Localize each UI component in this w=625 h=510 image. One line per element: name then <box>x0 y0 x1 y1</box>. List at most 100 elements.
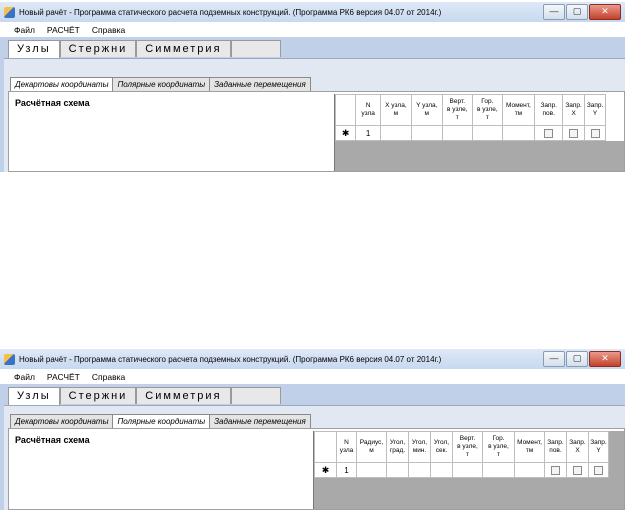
tab-displacements[interactable]: Заданные перемещения <box>209 414 311 428</box>
tab-cartesian[interactable]: Декартовы координаты <box>10 77 114 91</box>
node-number-cell[interactable]: 1 <box>355 125 381 141</box>
column-header[interactable]: Nузла <box>336 431 357 463</box>
nodes-grid: Nузла Радиус, м Угол, град. Угол, мин. Угол… <box>313 431 624 509</box>
nodes-panel: Декартовы координаты Полярные координаты… <box>4 58 625 172</box>
column-header[interactable]: Угол, сек. <box>430 431 453 463</box>
menu-file[interactable]: Файл <box>0 372 41 382</box>
checkbox-icon <box>544 128 554 138</box>
grid-cell[interactable] <box>514 462 545 478</box>
app-icon <box>4 353 15 365</box>
new-row-marker-icon: ✱ <box>334 125 357 141</box>
sub-tab-strip: Декартовы координаты Полярные координаты… <box>10 414 311 428</box>
column-header[interactable]: Момент, тм <box>514 431 545 463</box>
column-header[interactable]: Верт. в узле, т <box>452 431 483 463</box>
grid-cell[interactable] <box>386 462 409 478</box>
minimize-button[interactable]: — <box>543 351 565 367</box>
tab-displacements[interactable]: Заданные перемещения <box>209 77 311 91</box>
x-lock-checkbox[interactable] <box>562 125 585 141</box>
x-lock-checkbox[interactable] <box>566 462 589 478</box>
grid-cell[interactable] <box>379 125 412 141</box>
column-header[interactable]: Гор. в узле, т <box>482 431 515 463</box>
grid-cell[interactable] <box>430 462 453 478</box>
column-header[interactable]: Запр. пов. <box>544 431 567 463</box>
tab-polar[interactable]: Полярные координаты <box>112 414 211 428</box>
tab-rods[interactable]: Стержни <box>59 40 137 57</box>
tab-blank <box>230 387 281 404</box>
menu-help[interactable]: Справка <box>86 25 131 35</box>
menu-calculation[interactable]: РАСЧЁТ <box>41 25 86 35</box>
row-header-corner <box>334 94 357 126</box>
column-header[interactable]: Угол, град. <box>386 431 409 463</box>
checkbox-icon <box>590 128 600 138</box>
close-button[interactable]: ✕ <box>589 351 621 367</box>
main-tab-strip: Узлы Стержни Симметрия <box>8 387 281 405</box>
row-header-corner <box>314 431 337 463</box>
column-header[interactable]: Верт. в узле, т <box>441 94 473 126</box>
tab-rods[interactable]: Стержни <box>59 387 137 404</box>
main-area: Узлы Стержни Симметрия Декартовы координ… <box>0 384 625 510</box>
column-header[interactable]: X узла, м <box>379 94 412 126</box>
close-button[interactable]: ✕ <box>589 4 621 20</box>
column-header[interactable]: Запр. Y <box>583 94 607 126</box>
grid-cell[interactable] <box>501 125 535 141</box>
maximize-button[interactable]: ▢ <box>566 351 588 367</box>
rotation-lock-checkbox[interactable] <box>533 125 564 141</box>
rotation-lock-checkbox[interactable] <box>544 462 567 478</box>
scheme-label: Расчётная схема <box>15 435 90 445</box>
tab-polar[interactable]: Полярные координаты <box>112 77 211 91</box>
column-header[interactable]: Гор. в узле, т <box>471 94 503 126</box>
title-bar: Новый рачёт - Программа статического рас… <box>0 2 625 22</box>
menu-help[interactable]: Справка <box>86 372 131 382</box>
node-number-cell[interactable]: 1 <box>336 462 357 478</box>
main-area: Узлы Стержни Симметрия Декартовы координ… <box>0 37 625 172</box>
window-title: Новый рачёт - Программа статического рас… <box>19 7 442 17</box>
tab-content: Расчётная схема Nузла Радиус, м Угол, гра <box>8 428 625 510</box>
column-header[interactable]: Nузла <box>355 94 381 126</box>
grid-cell[interactable] <box>441 125 473 141</box>
grid-cell <box>606 126 624 141</box>
grid-cell[interactable] <box>471 125 503 141</box>
column-header[interactable]: Момент, тм <box>501 94 535 126</box>
grid-cell[interactable] <box>410 125 443 141</box>
column-header[interactable]: Запр. пов. <box>533 94 564 126</box>
tab-symmetry[interactable]: Симметрия <box>136 387 231 404</box>
tab-nodes[interactable]: Узлы <box>8 387 60 405</box>
tab-symmetry[interactable]: Симметрия <box>136 40 231 57</box>
column-header[interactable]: Запр. X <box>566 431 589 463</box>
tab-nodes[interactable]: Узлы <box>8 40 60 58</box>
menu-file[interactable]: Файл <box>0 25 41 35</box>
grid-cell[interactable] <box>356 462 387 478</box>
nodes-panel: Декартовы координаты Полярные координаты… <box>4 405 625 510</box>
column-header[interactable]: Радиус, м <box>356 431 387 463</box>
checkbox-icon <box>551 465 560 475</box>
grid-cell[interactable] <box>482 462 515 478</box>
tab-cartesian[interactable]: Декартовы координаты <box>10 414 114 428</box>
tab-blank <box>230 40 281 57</box>
column-header[interactable]: Запр. Y <box>588 431 609 463</box>
checkbox-icon <box>573 465 582 475</box>
tab-content: Расчётная схема Nузла X узла, м Y узла, м <box>8 91 625 172</box>
window-title: Новый рачёт - Программа статического рас… <box>19 354 442 364</box>
nodes-grid: Nузла X узла, м Y узла, м Верт. в узле, т Го… <box>334 94 624 171</box>
column-header[interactable]: Y узла, м <box>410 94 443 126</box>
main-tab-strip: Узлы Стержни Симметрия <box>8 40 281 58</box>
maximize-button[interactable]: ▢ <box>566 4 588 20</box>
table-row: ✱ 1 <box>334 125 624 141</box>
checkbox-icon <box>594 465 603 475</box>
column-header[interactable]: Запр. X <box>562 94 585 126</box>
checkbox-icon <box>569 128 579 138</box>
scheme-label: Расчётная схема <box>15 98 90 108</box>
grid-cell[interactable] <box>452 462 483 478</box>
table-row: ✱ 1 <box>314 462 609 478</box>
y-lock-checkbox[interactable] <box>583 125 607 141</box>
title-bar: Новый рачёт - Программа статического рас… <box>0 349 625 369</box>
sub-tab-strip: Декартовы координаты Полярные координаты… <box>10 77 311 91</box>
menu-calculation[interactable]: РАСЧЁТ <box>41 372 86 382</box>
minimize-button[interactable]: — <box>543 4 565 20</box>
menu-bar: Файл РАСЧЁТ Справка <box>0 22 625 37</box>
app-icon <box>4 6 15 18</box>
screenshot-polar: Новый рачёт - Программа статического рас… <box>0 349 625 510</box>
column-header[interactable]: Угол, мин. <box>408 431 431 463</box>
y-lock-checkbox[interactable] <box>588 462 609 478</box>
grid-cell[interactable] <box>408 462 431 478</box>
